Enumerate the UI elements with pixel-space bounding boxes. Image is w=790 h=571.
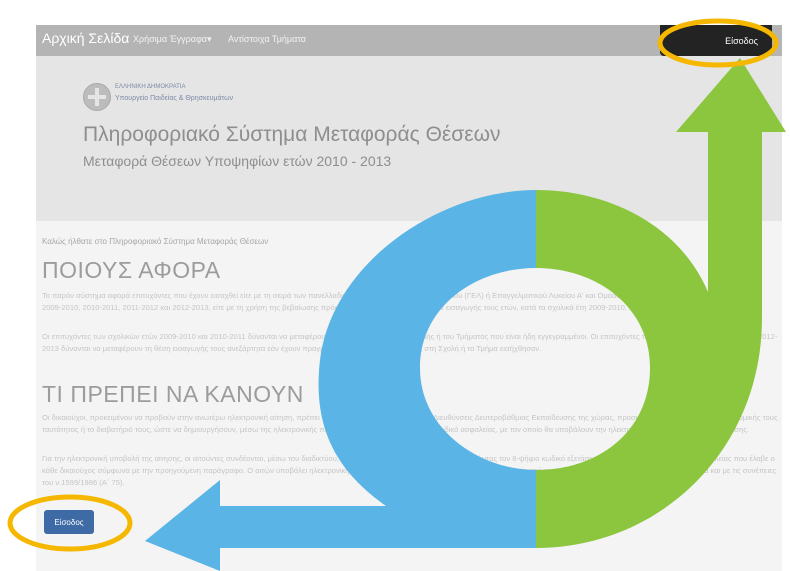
highlight-ring-bottom	[7, 494, 133, 552]
green-loop-arrow	[536, 58, 786, 548]
highlight-ring-top	[657, 18, 779, 68]
annotation-overlay	[7, 18, 786, 571]
blue-loop-arrow	[145, 190, 536, 571]
